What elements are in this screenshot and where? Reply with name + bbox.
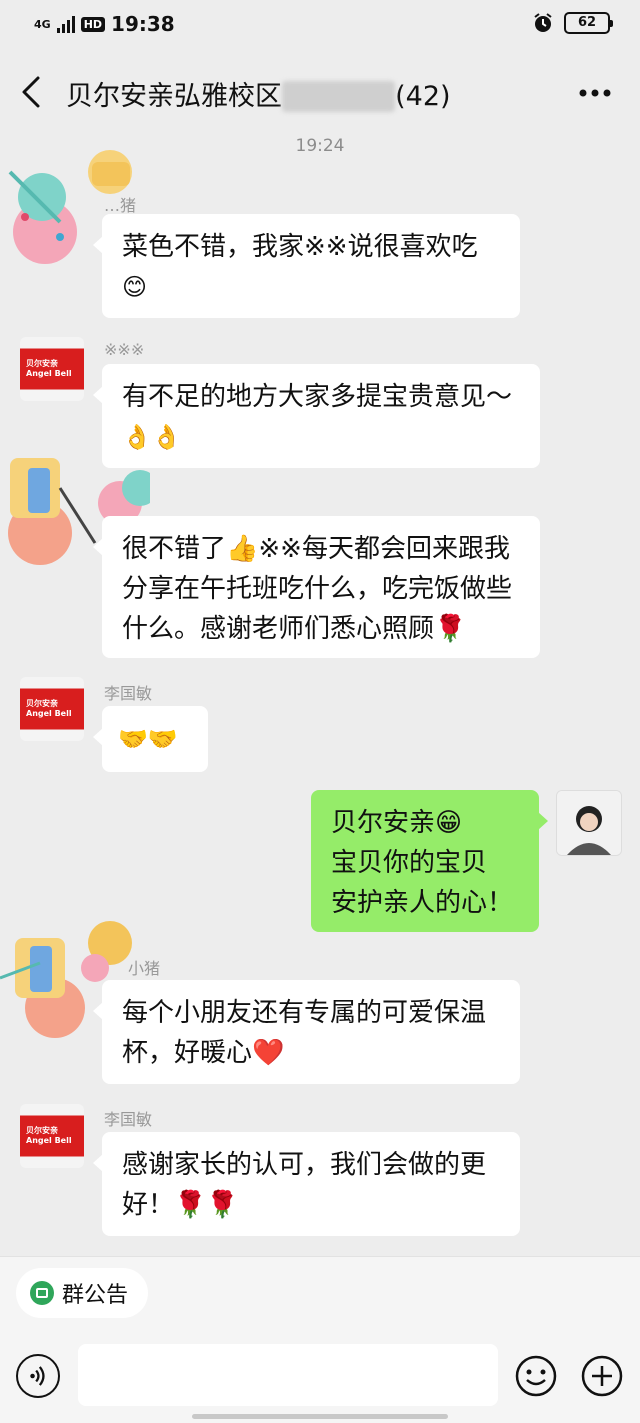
- status-bar: 4G HD 19:38 62: [0, 0, 640, 52]
- sender-name: 李国敏: [104, 684, 153, 703]
- user-photo: [557, 791, 621, 855]
- user-avatar[interactable]: [556, 790, 622, 856]
- smile-emoji: 😊: [122, 273, 148, 301]
- message-text: 每个小朋友还有专属的可爱保温杯，好暖心❤️: [122, 998, 487, 1068]
- group-notice-label: 群公告: [62, 1283, 129, 1308]
- handshake-emoji: 🤝🤝: [118, 725, 178, 753]
- network-label: 4G: [34, 17, 51, 31]
- brand-avatar[interactable]: 贝尔安亲 Angel Bell: [20, 677, 84, 741]
- chat-title-blurred: ※※※※※: [282, 81, 396, 112]
- brand-avatar[interactable]: 贝尔安亲 Angel Bell: [20, 337, 84, 401]
- home-indicator: [192, 1414, 448, 1419]
- message-bubble[interactable]: 🤝🤝: [93, 706, 208, 772]
- message-line: 安护亲人的心！: [331, 888, 514, 918]
- chat-header: 贝尔安亲弘雅校区※※※※※(42): [0, 52, 640, 132]
- sender-name: 李国敏: [104, 1110, 153, 1129]
- message-text: 有不足的地方大家多提宝贵意见～: [122, 382, 513, 412]
- chat-title: 贝尔安亲弘雅校区※※※※※(42): [66, 74, 451, 113]
- sender-name: …猪: [104, 196, 137, 215]
- hd-badge: HD: [80, 16, 106, 32]
- chat-title-text: 贝尔安亲弘雅校区: [66, 81, 282, 112]
- brand-logo-cn: 贝尔安亲: [26, 699, 58, 708]
- status-time: 19:38: [111, 12, 175, 36]
- group-notice-button[interactable]: 群公告: [16, 1268, 149, 1318]
- input-bar: [0, 1340, 640, 1422]
- message-input[interactable]: [78, 1344, 498, 1406]
- battery-indicator: 62: [564, 12, 613, 34]
- brand-logo-en: Angel Bell: [26, 1136, 72, 1145]
- message-text: 菜色不错，我家※※说很喜欢吃: [122, 232, 478, 262]
- message-bubble[interactable]: 每个小朋友还有专属的可爱保温杯，好暖心❤️: [93, 980, 520, 1084]
- brand-avatar[interactable]: 贝尔安亲 Angel Bell: [20, 1104, 84, 1168]
- back-chevron-icon[interactable]: [14, 72, 50, 112]
- signal-icon: [56, 15, 75, 33]
- voice-icon[interactable]: [16, 1354, 60, 1398]
- message-bubble[interactable]: 菜色不错，我家※※说很喜欢吃 😊: [93, 214, 520, 318]
- message-text: 很不错了👍※※每天都会回来跟我分享在午托班吃什么，吃完饭做些什么。感谢老师们悉心…: [122, 534, 513, 644]
- emoji-icon[interactable]: [514, 1354, 558, 1398]
- message-line: 宝贝你的宝贝: [331, 848, 488, 878]
- message-bubble[interactable]: 贝尔安亲😁 宝贝你的宝贝 安护亲人的心！: [311, 790, 548, 932]
- brand-logo-en: Angel Bell: [26, 369, 72, 378]
- more-dots-icon[interactable]: [578, 88, 612, 98]
- sender-name: 小猪: [128, 959, 161, 978]
- ok-hand-emoji: 👌👌: [122, 423, 182, 451]
- message-line: 贝尔安亲😁: [331, 808, 463, 838]
- message-bubble[interactable]: 感谢家长的认可，我们会做的更好！🌹🌹: [93, 1132, 520, 1236]
- alarm-icon: [534, 13, 552, 32]
- sender-name: ※※※: [104, 340, 145, 359]
- message-text: 感谢家长的认可，我们会做的更好！🌹🌹: [122, 1150, 487, 1220]
- brand-logo-en: Angel Bell: [26, 709, 72, 718]
- member-count: (42): [395, 81, 451, 112]
- plus-icon[interactable]: [580, 1354, 624, 1398]
- brand-logo-cn: 贝尔安亲: [26, 1126, 58, 1135]
- brand-logo-cn: 贝尔安亲: [26, 359, 58, 368]
- notice-icon: [30, 1281, 54, 1305]
- message-bubble[interactable]: 有不足的地方大家多提宝贵意见～ 👌👌: [93, 364, 540, 468]
- message-bubble[interactable]: 很不错了👍※※每天都会回来跟我分享在午托班吃什么，吃完饭做些什么。感谢老师们悉心…: [93, 516, 540, 658]
